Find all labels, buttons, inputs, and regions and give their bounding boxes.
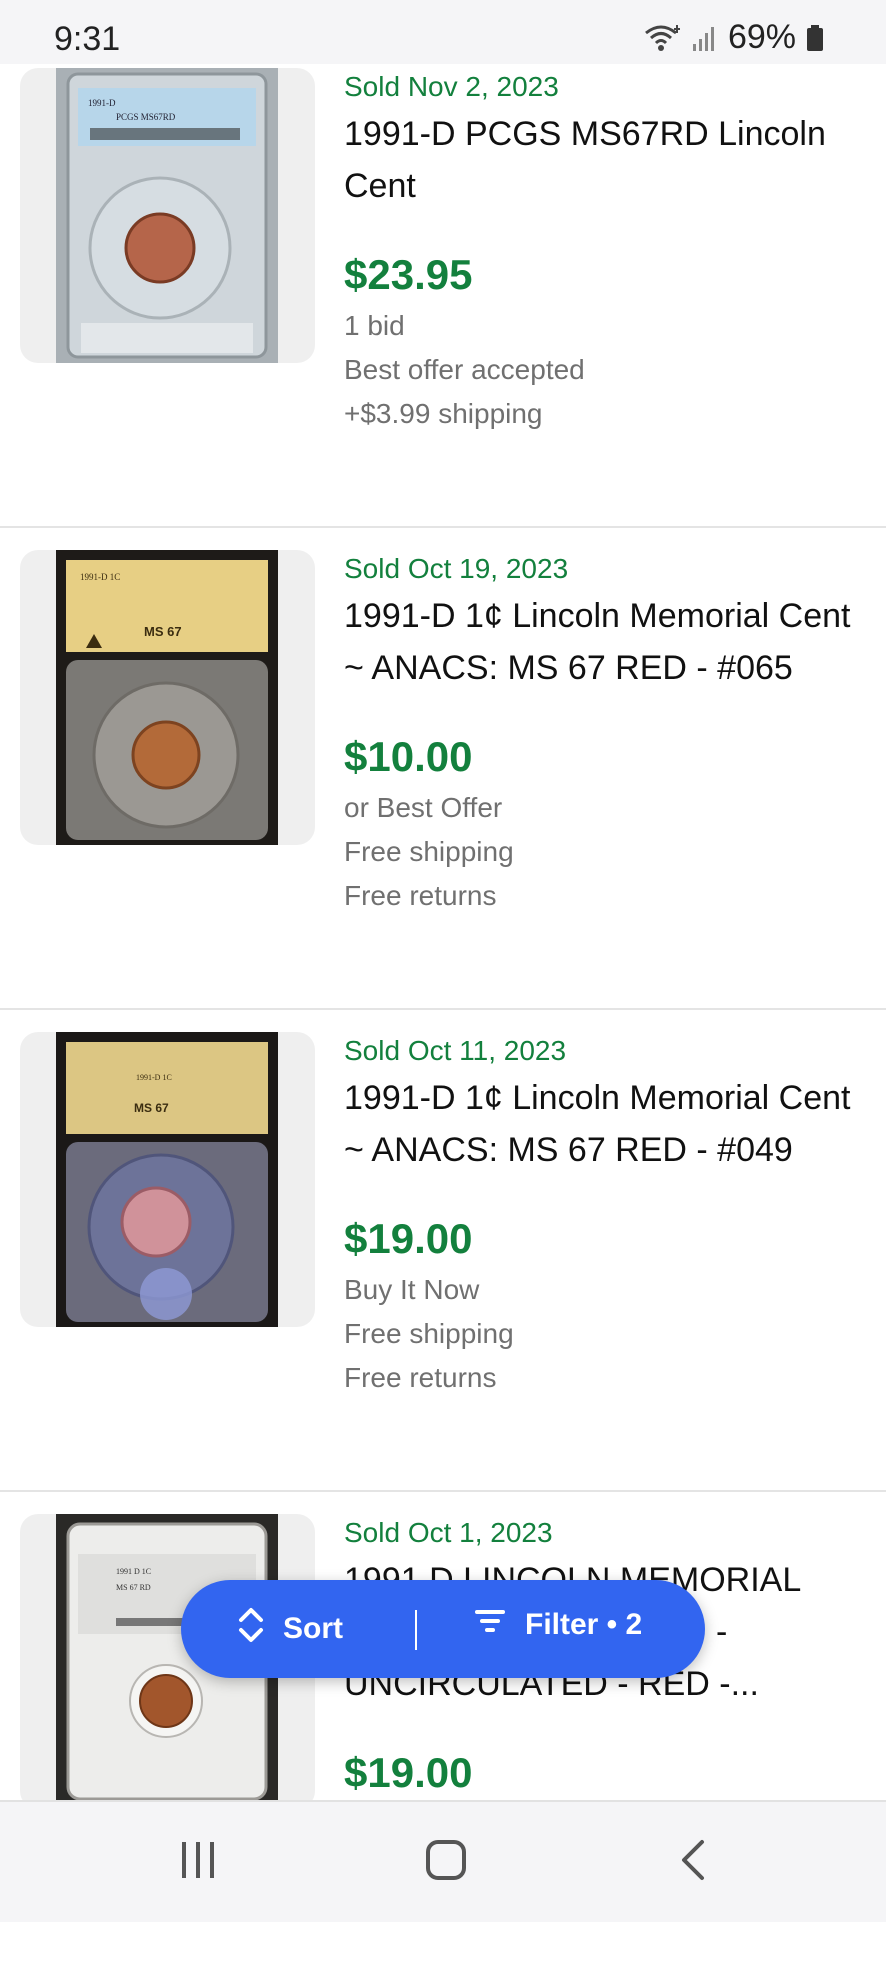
listing-detail: Free shipping [344, 1318, 514, 1349]
listing-title[interactable]: 1991-D 1¢ Lincoln Memorial Cent ~ ANACS:… [344, 590, 878, 694]
listing-title-line: 1991-D 1¢ Lincoln Memorial Cent [344, 1079, 851, 1117]
recents-icon[interactable] [178, 1838, 218, 1887]
listing-title-line: ~ ANACS: MS 67 RED - #049 [344, 1131, 793, 1169]
listing-title-line: ~ ANACS: MS 67 RED - #065 [344, 649, 793, 687]
battery-icon [806, 24, 824, 52]
slab-text-1: 1991 D 1C [116, 1567, 151, 1576]
status-time: 9:31 [54, 20, 121, 58]
sold-date: Sold Oct 19, 2023 [344, 553, 569, 584]
listing-detail: or Best Offer [344, 792, 503, 823]
listing-detail: Free returns [344, 1362, 497, 1393]
sort-updown-icon [237, 1606, 265, 1652]
listing-price: $19.00 [344, 1749, 473, 1796]
wifi-icon [644, 23, 682, 53]
listing-detail: +$3.99 shipping [344, 398, 543, 429]
listing-divider [0, 526, 886, 528]
slab-text-2: PCGS MS67RD [116, 112, 176, 122]
listing-card[interactable]: 1991-D 1C MS 67 Sold Oct 11, 2023 1991-D… [0, 1012, 886, 1492]
slab-text-1: 1991-D [88, 98, 116, 108]
filter-label: Filter • 2 [525, 1608, 643, 1641]
listing-title-line: 1991-D 1¢ Lincoln Memorial Cent [344, 597, 851, 635]
listing-card[interactable]: 1991-D 1C MS 67 Sold Oct 19, 2023 1991-D… [0, 530, 886, 1010]
status-icons: 69% [644, 18, 824, 57]
listing-price: $23.95 [344, 251, 473, 298]
sold-date: Sold Oct 11, 2023 [344, 1035, 567, 1066]
sort-button[interactable]: Sort [237, 1606, 343, 1652]
sortbar-separator [415, 1610, 417, 1650]
slab-text-2: MS 67 [134, 1101, 169, 1115]
signal-icon [692, 24, 718, 52]
slab-text-2: MS 67 RD [116, 1583, 151, 1592]
listing-detail: Buy It Now [344, 1274, 480, 1305]
status-bar: 9:31 69% [0, 0, 886, 64]
listing-title-line: 1991-D PCGS MS67RD Lincoln [344, 115, 826, 153]
sold-date: Sold Nov 2, 2023 [344, 71, 559, 102]
listing-divider [0, 1008, 886, 1010]
listing-detail: 1 bid [344, 310, 405, 341]
filter-button[interactable]: Filter • 2 [473, 1606, 642, 1644]
back-icon[interactable] [678, 1838, 708, 1887]
slab-text-2: MS 67 [144, 624, 182, 639]
listing-thumbnail[interactable]: 1991-D PCGS MS67RD [20, 68, 315, 363]
listing-divider [0, 1490, 886, 1492]
sort-label: Sort [283, 1612, 343, 1645]
home-icon[interactable] [424, 1838, 468, 1887]
listing-thumbnail[interactable]: 1991-D 1C MS 67 [20, 1032, 315, 1327]
slab-text-1: 1991-D 1C [136, 1073, 172, 1082]
slab-text-1: 1991-D 1C [80, 572, 120, 582]
system-nav-bar [0, 1800, 886, 1922]
battery-percent: 69% [727, 18, 796, 56]
listing-price: $10.00 [344, 733, 473, 780]
sold-date: Sold Oct 1, 2023 [344, 1517, 553, 1548]
filter-lines-icon [473, 1606, 507, 1644]
listing-detail: Free returns [344, 880, 497, 911]
listing-title[interactable]: 1991-D 1¢ Lincoln Memorial Cent ~ ANACS:… [344, 1072, 878, 1176]
listing-title[interactable]: 1991-D PCGS MS67RD Lincoln Cent [344, 108, 878, 212]
listing-detail: Free shipping [344, 836, 514, 867]
listing-detail: Best offer accepted [344, 354, 585, 385]
listing-thumbnail[interactable]: 1991-D 1C MS 67 [20, 550, 315, 845]
sort-filter-bar: Sort Filter • 2 [181, 1580, 705, 1678]
listing-price: $19.00 [344, 1215, 473, 1262]
listing-title-line: Cent [344, 167, 416, 205]
listing-card[interactable]: 1991-D PCGS MS67RD Sold Nov 2, 2023 1991… [0, 48, 886, 528]
